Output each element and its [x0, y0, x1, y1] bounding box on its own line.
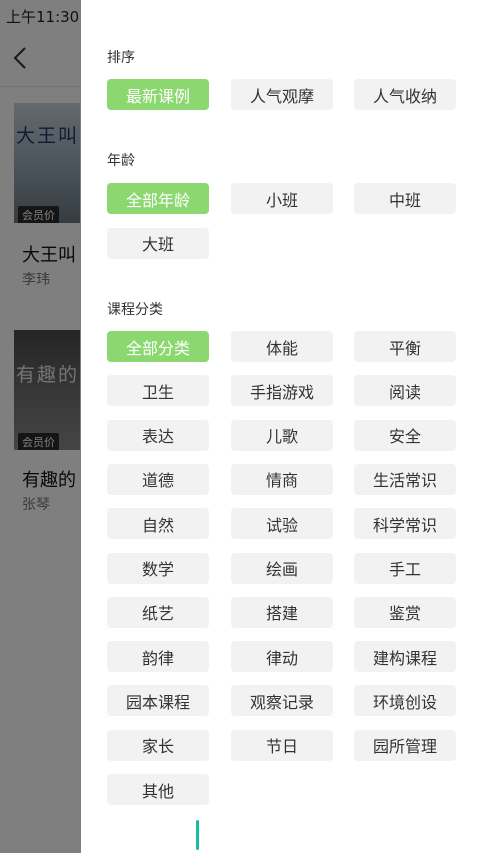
- category-option-chip[interactable]: 科学常识: [354, 508, 456, 540]
- category-option-chip[interactable]: 自然: [107, 508, 209, 540]
- sort-section-title: 排序: [107, 50, 135, 66]
- category-option-chip[interactable]: 数学: [107, 552, 209, 584]
- age-option-chip[interactable]: 全部年龄: [107, 183, 209, 214]
- category-option-chip[interactable]: 表达: [107, 419, 209, 451]
- category-option-chip[interactable]: 家长: [107, 729, 209, 761]
- category-option-chip[interactable]: 绘画: [231, 552, 333, 584]
- category-option-chip[interactable]: 儿歌: [231, 419, 333, 451]
- category-option-chip[interactable]: 生活常识: [354, 463, 456, 495]
- category-option-chip[interactable]: 道德: [107, 463, 209, 495]
- category-option-chip[interactable]: 其他: [107, 774, 209, 805]
- category-option-chip[interactable]: 阅读: [354, 375, 456, 407]
- category-option-chip[interactable]: 纸艺: [107, 596, 209, 628]
- category-option-chip[interactable]: 体能: [231, 331, 333, 362]
- category-option-chip[interactable]: 建构课程: [354, 641, 456, 673]
- category-option-chip[interactable]: 手工: [354, 552, 456, 584]
- sort-option-chip[interactable]: 最新课例: [107, 79, 209, 110]
- category-option-chip[interactable]: 卫生: [107, 375, 209, 407]
- category-option-chip[interactable]: 手指游戏: [231, 375, 333, 407]
- category-option-chip[interactable]: 园所管理: [354, 729, 456, 761]
- category-option-chip[interactable]: 情商: [231, 463, 333, 495]
- category-option-chip[interactable]: 观察记录: [231, 685, 333, 717]
- bottom-indicator: [196, 820, 199, 850]
- category-option-chip[interactable]: 安全: [354, 419, 456, 451]
- sort-option-chip[interactable]: 人气收纳: [354, 79, 456, 110]
- category-option-chip[interactable]: 全部分类: [107, 331, 209, 362]
- category-option-chip[interactable]: 试验: [231, 508, 333, 540]
- filter-drawer: 排序 最新课例 人气观摩 人气收纳 年龄 全部年龄 小班 中班大班 课程分类 全部分类体…: [81, 0, 480, 853]
- category-option-chip[interactable]: 律动: [231, 641, 333, 673]
- category-option-chip[interactable]: 环境创设: [354, 685, 456, 717]
- sort-option-chip[interactable]: 人气观摩: [231, 79, 333, 110]
- age-section-title: 年龄: [107, 153, 135, 169]
- age-option-chip[interactable]: 大班: [107, 227, 209, 259]
- category-option-chip[interactable]: 节日: [231, 729, 333, 761]
- category-option-chip[interactable]: 韵律: [107, 641, 209, 673]
- category-option-chip[interactable]: 平衡: [354, 331, 456, 362]
- age-option-chip[interactable]: 小班: [231, 183, 333, 214]
- category-section-title: 课程分类: [107, 302, 163, 318]
- category-option-chip[interactable]: 园本课程: [107, 685, 209, 717]
- age-option-chip[interactable]: 中班: [354, 183, 456, 214]
- category-option-chip[interactable]: 鉴赏: [354, 596, 456, 628]
- category-option-chip[interactable]: 搭建: [231, 596, 333, 628]
